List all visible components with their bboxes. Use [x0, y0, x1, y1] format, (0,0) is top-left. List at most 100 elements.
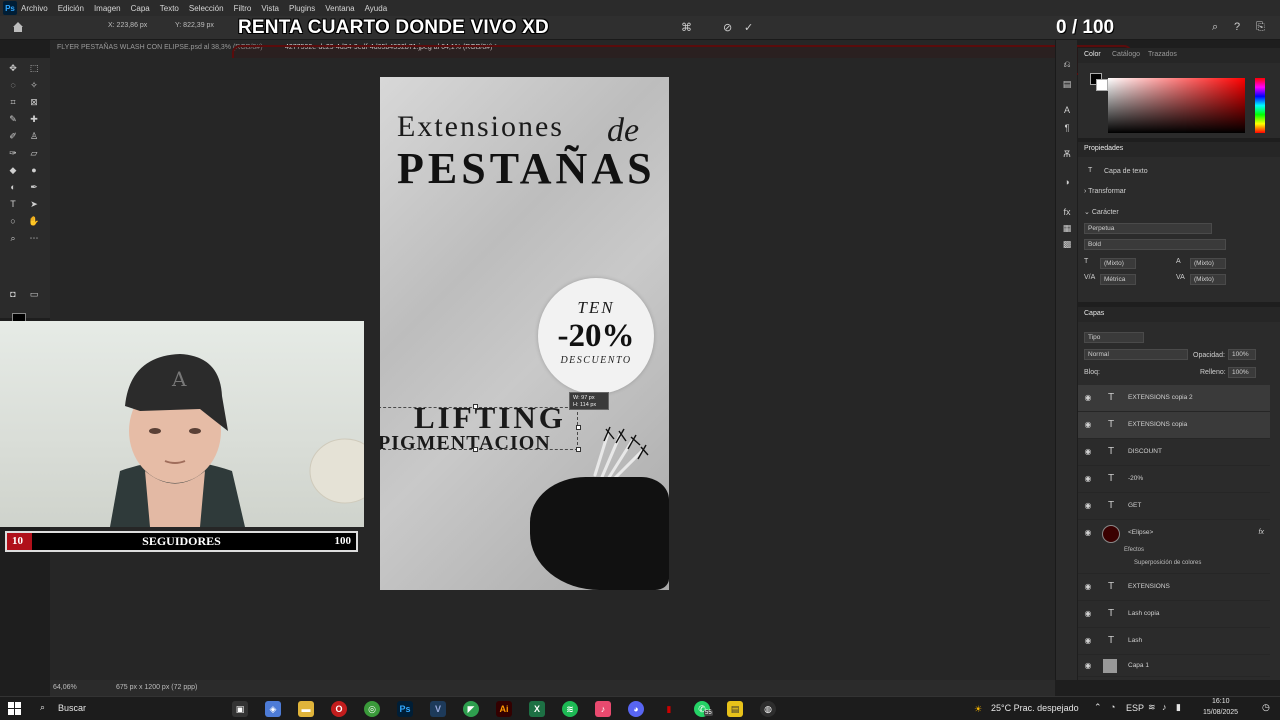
taskbar-search[interactable]: Buscar [58, 703, 86, 713]
fill-field[interactable]: 100% [1228, 367, 1256, 378]
menu-filtro[interactable]: Filtro [234, 4, 252, 13]
zoom-tool-icon[interactable]: ⌕ [7, 232, 19, 244]
discount-badge[interactable]: TEN -20% DESCUENTO [538, 278, 654, 394]
menu-texto[interactable]: Texto [160, 4, 179, 13]
character-section-toggle[interactable]: ⌄ Carácter [1084, 208, 1119, 216]
visibility-eye-icon[interactable]: ◉ [1083, 474, 1093, 484]
hand-tool-icon[interactable]: ✋ [28, 215, 40, 227]
eraser-icon[interactable]: ▱ [28, 147, 40, 159]
frame-tool-icon[interactable]: ⊠ [28, 96, 40, 108]
tray-app-icon[interactable]: ◔ [1110, 702, 1115, 712]
share-icon[interactable]: ⎘ [1256, 21, 1265, 34]
task-view-icon[interactable]: ▣ [232, 701, 248, 717]
more-tools-icon[interactable]: ⋯ [28, 232, 40, 244]
app-github-icon[interactable]: ◍ [760, 701, 776, 717]
history-brush-icon[interactable]: ✑ [7, 147, 19, 159]
taskbar-search-icon[interactable]: ⌕ [40, 702, 45, 713]
dodge-tool-icon[interactable]: ◐ [7, 181, 19, 193]
layer-row[interactable]: ◉ T Lash copia [1078, 601, 1270, 628]
color-picker-field[interactable] [1108, 78, 1245, 133]
opacity-field[interactable]: 100% [1228, 349, 1256, 360]
move-tool-icon[interactable]: ✥ [7, 62, 19, 74]
layer-row[interactable]: ◉ Capa 1 [1078, 655, 1270, 677]
menu-ayuda[interactable]: Ayuda [365, 4, 388, 13]
warp-icon[interactable]: ⌘ [681, 21, 692, 34]
menu-edicion[interactable]: Edición [58, 4, 84, 13]
chrome-icon[interactable]: ◎ [364, 701, 380, 717]
character-icon[interactable]: A [1061, 104, 1073, 116]
cancel-transform-icon[interactable]: ⊘ [723, 21, 732, 34]
patterns-icon[interactable]: ▩ [1061, 238, 1073, 250]
history-icon[interactable]: ⎌ [1061, 58, 1073, 70]
healing-brush-icon[interactable]: ✚ [28, 113, 40, 125]
windows-start-icon[interactable] [8, 702, 21, 715]
excel-icon[interactable]: X [529, 701, 545, 717]
pestanas-text[interactable]: PESTAÑAS [397, 143, 656, 194]
quick-mask-icon[interactable]: ◘ [7, 288, 19, 300]
tab-trazados[interactable]: Trazados [1148, 51, 1177, 58]
clock-date[interactable]: 15/08/2025 [1203, 709, 1238, 716]
extensiones-text[interactable]: Extensiones [397, 110, 564, 144]
volume-icon[interactable]: ♪ [1162, 702, 1167, 712]
notifications-icon[interactable]: ◷ [1262, 702, 1270, 713]
menu-archivo[interactable]: Archivo [21, 4, 48, 13]
language-indicator[interactable]: ESP [1126, 703, 1144, 713]
visibility-eye-icon[interactable]: ◉ [1083, 528, 1093, 538]
opera-icon[interactable]: O [331, 701, 347, 717]
visibility-eye-icon[interactable]: ◉ [1083, 501, 1093, 511]
discord-icon[interactable]: ◕ [628, 701, 644, 717]
weather-text[interactable]: 25°C Prac. despejado [991, 703, 1079, 713]
marquee-tool-icon[interactable]: ⬚ [28, 62, 40, 74]
layer-row[interactable]: ◉ T EXTENSIONS [1078, 574, 1270, 601]
transform-handle-br[interactable] [576, 447, 581, 452]
search-icon[interactable]: ⌕ [1212, 21, 1218, 34]
fx-icon[interactable]: fx [1259, 529, 1264, 536]
zoom-level[interactable]: 64,06% [53, 684, 77, 691]
menu-imagen[interactable]: Imagen [94, 4, 121, 13]
home-icon[interactable] [12, 21, 24, 33]
color-background-chip[interactable] [1096, 79, 1108, 91]
battery-icon[interactable]: ▮ [1176, 702, 1181, 713]
stamp-tool-icon[interactable]: ♙ [28, 130, 40, 142]
clock-time[interactable]: 16:10 [1212, 698, 1230, 705]
wifi-icon[interactable]: ≋ [1148, 702, 1156, 713]
photoshop-taskbar-icon[interactable]: Ps [397, 701, 413, 717]
glyphs-icon[interactable]: Ѫ [1061, 148, 1073, 160]
commit-transform-icon[interactable]: ✓ [744, 21, 753, 34]
document-canvas[interactable]: Extensiones de PESTAÑAS TEN -20% DESCUEN… [380, 77, 669, 590]
tracking-field[interactable]: (Mixto) [1190, 274, 1226, 285]
app-green-icon[interactable]: ◤ [463, 701, 479, 717]
menu-seleccion[interactable]: Selección [189, 4, 224, 13]
hue-slider[interactable] [1255, 78, 1265, 133]
kerning-field[interactable]: Métrica [1100, 274, 1136, 285]
menu-vista[interactable]: Vista [261, 4, 279, 13]
type-tool-icon[interactable]: T [7, 198, 19, 210]
blur-tool-icon[interactable]: ● [28, 164, 40, 176]
spotify-icon[interactable]: ≋ [562, 701, 578, 717]
styles-icon[interactable]: fx [1061, 206, 1073, 218]
magic-wand-icon[interactable]: ✧ [28, 79, 40, 91]
blend-mode-select[interactable]: Normal [1084, 349, 1188, 360]
music-app-icon[interactable]: ♪ [595, 701, 611, 717]
ellipse-tool-icon[interactable]: ○ [7, 215, 19, 227]
menu-capa[interactable]: Capa [131, 4, 150, 13]
layer-row[interactable]: ◉ T -20% [1078, 466, 1270, 493]
visibility-eye-icon[interactable]: ◉ [1083, 582, 1093, 592]
visibility-eye-icon[interactable]: ◉ [1083, 420, 1093, 430]
layer-row[interactable]: ◉ T Lash [1078, 628, 1270, 655]
color-overlay-effect[interactable]: Superposición de colores [1134, 560, 1201, 566]
eyedropper-icon[interactable]: ✎ [7, 113, 19, 125]
font-style-select[interactable]: Bold [1084, 239, 1226, 250]
swatches-icon[interactable]: ▦ [1061, 222, 1073, 234]
layer-row[interactable]: ◉ T DISCOUNT [1078, 439, 1270, 466]
layer-row[interactable]: ◉ T EXTENSIONS copia [1078, 412, 1270, 439]
notes-icon[interactable]: ▤ [727, 701, 743, 717]
layer-row[interactable]: ◉ T GET [1078, 493, 1270, 520]
adjustments-icon[interactable]: ◑ [1061, 176, 1073, 188]
paragraph-icon[interactable]: ¶ [1061, 122, 1073, 134]
y-position-field[interactable]: Y: 822,39 px [175, 22, 214, 29]
tab-color[interactable]: Color [1084, 51, 1101, 58]
visibility-eye-icon[interactable]: ◉ [1083, 661, 1093, 671]
transform-handle-mr[interactable] [576, 425, 581, 430]
layer-row[interactable]: ◉ T EXTENSIONS copia 2 [1078, 385, 1270, 412]
